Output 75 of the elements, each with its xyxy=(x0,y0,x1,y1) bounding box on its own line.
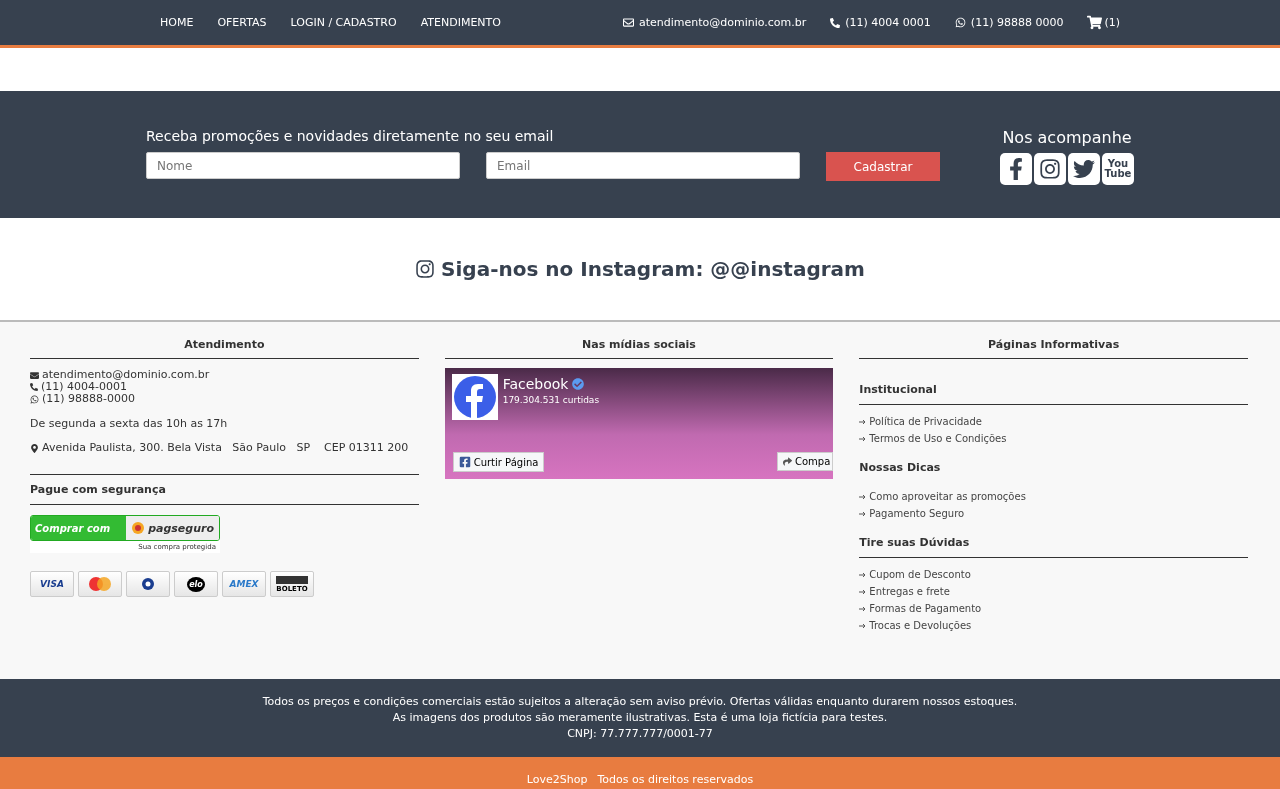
facebook-icon xyxy=(458,456,471,468)
arrow-icon xyxy=(859,572,867,578)
card-logo: AMEX xyxy=(229,579,259,589)
nav-link[interactable]: LOGIN / CADASTRO xyxy=(290,16,397,29)
whatsapp-icon xyxy=(954,17,966,28)
copyright-text: Todos os direitos reservados xyxy=(597,772,754,786)
column-title: Páginas Informativas xyxy=(859,334,1248,359)
info-link[interactable]: Termos de Uso e Condições xyxy=(859,430,1248,447)
twitter-icon[interactable] xyxy=(1068,153,1100,185)
whatsapp-icon xyxy=(30,394,39,404)
nav-link[interactable]: ATENDIMENTO xyxy=(420,16,501,29)
email-input[interactable]: Email xyxy=(486,152,800,179)
map-pin-icon xyxy=(30,443,39,453)
arrow-icon xyxy=(859,419,867,425)
envelope-icon xyxy=(30,370,39,380)
likes-count: 179.304.531 curtidas xyxy=(502,395,600,405)
facebook-icon[interactable] xyxy=(1000,153,1032,185)
cart-link[interactable]: (1) xyxy=(1087,15,1120,30)
arrow-icon xyxy=(859,589,867,595)
facebook-logo-icon xyxy=(453,376,496,418)
share-icon xyxy=(783,457,792,466)
nav-link[interactable]: OFERTAS xyxy=(217,16,267,29)
section-title: Pague com segurança xyxy=(30,475,419,505)
arrow-icon xyxy=(859,511,867,517)
contact-phone: (11) 4004-0001 xyxy=(41,381,128,393)
section-title: Institucional xyxy=(859,375,1248,405)
phone-icon xyxy=(830,17,841,28)
arrow-icon xyxy=(859,623,867,629)
arrow-icon xyxy=(859,606,867,612)
info-link[interactable]: Política de Privacidade xyxy=(859,413,1248,430)
legal-text: CNPJ: 77.777.777/0001-77 xyxy=(567,726,713,742)
section-title: Nossas Dicas xyxy=(859,460,942,476)
nav-link[interactable]: HOME xyxy=(160,16,194,29)
info-link[interactable]: Entregas e frete xyxy=(859,583,1248,600)
phone-icon xyxy=(30,383,38,391)
card-logo: VISA xyxy=(40,579,64,589)
info-link[interactable]: Como aproveitar as promoções xyxy=(859,488,1248,505)
nav-email: atendimento@dominio.com.br xyxy=(638,16,807,29)
contact-whatsapp: (11) 98888-0000 xyxy=(42,393,136,405)
legal-text: As imagens dos produtos são meramente ilustrativas. Esta é uma loja fictícia para testes. xyxy=(392,710,888,726)
nav-phone: (11) 4004 0001 xyxy=(845,16,931,29)
column-title: Atendimento xyxy=(30,334,419,359)
info-link[interactable]: Formas de Pagamento xyxy=(859,600,1248,617)
contact-email: atendimento@dominio.com.br xyxy=(42,369,210,381)
follow-title: Nos acompanhe xyxy=(1002,128,1132,147)
youtube-icon[interactable]: You Tube xyxy=(1102,153,1134,185)
share-button[interactable]: Compa xyxy=(777,452,834,471)
column-title: Nas mídias sociais xyxy=(444,334,834,359)
arrow-icon xyxy=(859,436,867,442)
subscribe-button[interactable]: Cadastrar xyxy=(826,152,940,181)
verified-icon xyxy=(572,378,585,390)
newsletter-title: Receba promoções e novidades diretamente no seu email xyxy=(146,128,555,144)
brand-name: Love2Shop xyxy=(526,772,588,786)
badge-brand: pagseguro xyxy=(148,521,214,535)
name-input[interactable]: Nome xyxy=(146,152,460,179)
legal-text: Todos os preços e condições comerciais estão sujeitos a alteração sem aviso prévio. Ofertas válidas enquanto durarem nossos estoques. xyxy=(262,694,1018,710)
card-circles-icon xyxy=(139,577,157,591)
section-title: Tire suas Dúvidas xyxy=(859,528,1248,558)
instagram-icon[interactable] xyxy=(1034,153,1066,185)
badge-lead: Comprar com xyxy=(31,516,127,540)
arrow-icon xyxy=(859,494,867,500)
pagseguro-logo-icon xyxy=(131,521,146,535)
address: Avenida Paulista, 300. Bela Vista São Paulo SP CEP 01311 200 xyxy=(42,442,409,454)
page-name: Facebook xyxy=(502,376,569,392)
card-logo: elo xyxy=(187,576,205,592)
envelope-icon xyxy=(622,17,634,28)
opening-hours: De segunda a sexta das 10h as 17h xyxy=(30,418,228,430)
info-link[interactable]: Cupom de Desconto xyxy=(859,566,1248,583)
nav-whatsapp: (11) 98888 0000 xyxy=(970,16,1064,29)
like-page-button[interactable]: Curtir Página xyxy=(452,452,545,472)
info-link[interactable]: Pagamento Seguro xyxy=(859,505,1248,522)
instagram-heading: Siga-nos no Instagram: @@instagram xyxy=(441,257,865,281)
card-circles-icon xyxy=(87,576,113,592)
instagram-icon xyxy=(415,259,436,279)
info-link[interactable]: Trocas e Devoluções xyxy=(859,617,1248,634)
